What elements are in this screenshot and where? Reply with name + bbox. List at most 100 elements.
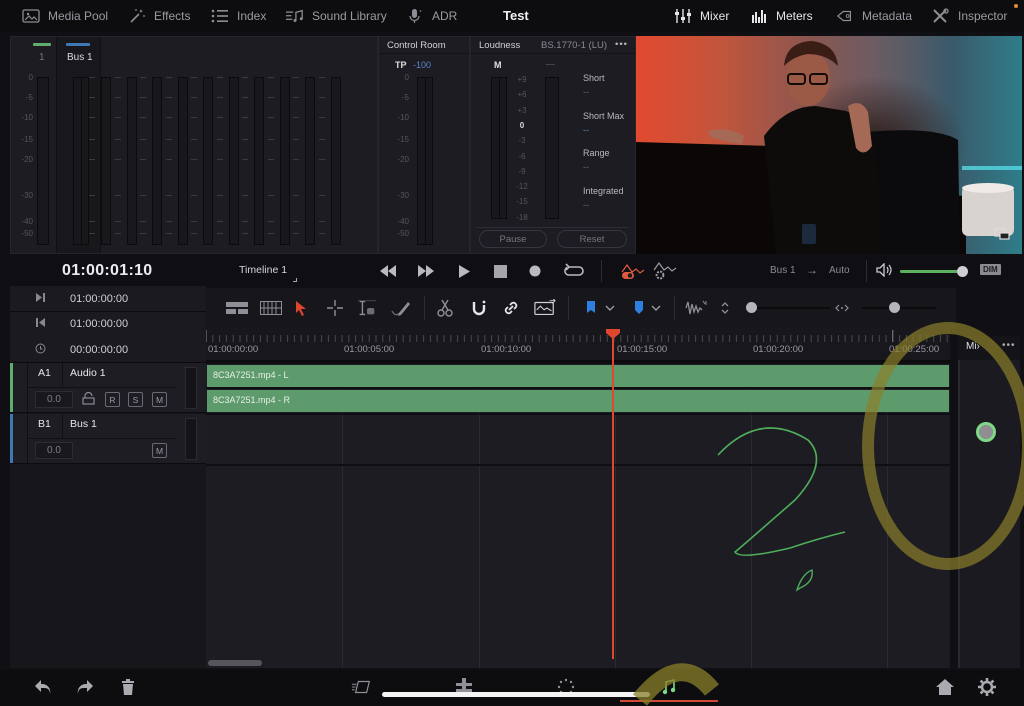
range-tool-button[interactable] <box>324 298 346 318</box>
zoom-slider-knob[interactable] <box>889 302 900 313</box>
undo-button[interactable] <box>32 676 54 698</box>
pan-knob[interactable] <box>976 422 996 442</box>
razor-button[interactable] <box>434 298 456 318</box>
monitor-volume-slider[interactable] <box>900 266 968 277</box>
meter-tick <box>191 159 197 160</box>
meter-tick <box>293 195 299 196</box>
meters-button[interactable]: Meters <box>750 0 813 32</box>
edit-selection-tool-button[interactable] <box>356 298 378 318</box>
loudness-divider <box>477 227 629 228</box>
monitor-volume-knob[interactable] <box>956 266 968 277</box>
meter-tick <box>216 233 223 234</box>
media-pool-button[interactable]: Media Pool <box>22 0 108 32</box>
loudness-more-button[interactable]: ••• <box>615 39 628 50</box>
inspector-button[interactable]: Inspector <box>932 0 1007 32</box>
index-button[interactable]: Index <box>211 0 266 32</box>
track-header-b1[interactable]: B1 Bus 1 0.0 M <box>10 414 206 464</box>
track-volume-field[interactable]: 0.0 <box>35 391 73 408</box>
settings-button[interactable] <box>976 676 998 698</box>
empty-channel-meter <box>305 77 315 245</box>
track-r-button[interactable]: R <box>105 392 120 407</box>
play-icon <box>459 264 470 278</box>
picture-in-picture-icon[interactable] <box>994 228 1012 242</box>
loop-button[interactable] <box>562 263 586 279</box>
delete-button[interactable] <box>117 676 139 698</box>
track-m-button[interactable]: M <box>152 443 167 458</box>
track-height-slider[interactable] <box>752 307 830 309</box>
timeline-selector[interactable]: Timeline 1 <box>239 264 287 276</box>
ruler-ticks <box>206 330 948 342</box>
meter-tick <box>165 117 172 118</box>
cut-page-icon <box>351 680 371 694</box>
adr-button[interactable]: ADR <box>406 0 457 32</box>
metadata-button[interactable]: Metadata <box>836 0 912 32</box>
automation-settings-button[interactable] <box>652 262 678 280</box>
selection-tool-button[interactable] <box>290 298 312 318</box>
timeline-horizontal-scrollbar[interactable] <box>208 660 262 666</box>
page-cut-button[interactable] <box>351 676 373 698</box>
track-name[interactable]: Audio 1 <box>70 367 106 379</box>
track-meter <box>185 367 197 409</box>
audio-clip-right[interactable]: 8C3A7251.mp4 - R <box>207 390 949 412</box>
loudness-pause-button[interactable]: Pause <box>479 230 547 248</box>
timecode-row[interactable]: 00:00:00:00 <box>10 337 206 363</box>
layout-timeline-button[interactable] <box>226 298 248 318</box>
mixer-button[interactable]: Mixer <box>674 0 729 32</box>
playhead[interactable] <box>612 333 614 659</box>
fast-forward-button[interactable] <box>416 263 436 279</box>
redo-button[interactable] <box>74 676 96 698</box>
toolbar-separator-2 <box>568 296 569 320</box>
active-page-indicator <box>620 700 718 702</box>
stop-button[interactable] <box>492 263 508 279</box>
flag-dropdown[interactable] <box>602 298 618 318</box>
record-button[interactable] <box>527 263 543 279</box>
track-m-button[interactable]: M <box>152 392 167 407</box>
home-button[interactable] <box>934 676 956 698</box>
lock-icon[interactable] <box>82 391 95 410</box>
linked-selection-button[interactable] <box>500 298 522 318</box>
timeline-ruler[interactable] <box>206 328 950 362</box>
track-mixer-more-button[interactable]: ••• <box>1002 340 1016 351</box>
play-button[interactable] <box>456 263 472 279</box>
timecode-row[interactable]: 01:00:00:00 <box>10 286 206 312</box>
flag-button[interactable] <box>580 298 602 318</box>
loudness-scale-label: +3 <box>517 105 527 115</box>
record-icon <box>529 265 541 277</box>
sound-library-button[interactable]: Sound Library <box>286 0 387 32</box>
channel-1-strip[interactable]: 1 0 -5 -10 -15 -20 -30 -40 -50 <box>11 37 57 253</box>
meter-tick <box>165 221 172 222</box>
timecode-value: 01:00:00:00 <box>70 292 129 305</box>
loudness-reset-button[interactable]: Reset <box>557 230 627 248</box>
zoom-icon[interactable] <box>832 298 852 318</box>
track-header-a1[interactable]: A1 Audio 1 0.0 R S M <box>10 363 206 413</box>
track-s-button[interactable]: S <box>128 392 143 407</box>
effects-button[interactable]: Effects <box>128 0 190 32</box>
snapping-button[interactable] <box>468 298 490 318</box>
track-volume-field[interactable]: 0.0 <box>35 442 73 459</box>
automation-follow-button[interactable] <box>534 298 556 318</box>
video-viewer[interactable] <box>636 36 1022 254</box>
track-name[interactable]: Bus 1 <box>70 418 97 430</box>
dim-button[interactable]: DIM <box>980 264 1001 275</box>
meter-tick <box>216 221 223 222</box>
automation-toggle-button[interactable] <box>620 263 646 279</box>
track-height-slider-knob[interactable] <box>746 302 757 313</box>
speaker-icon[interactable] <box>876 262 892 282</box>
waveform-button[interactable] <box>684 298 710 318</box>
meter-tick <box>165 97 172 98</box>
timecode-row[interactable]: 01:00:00:00 <box>10 311 206 338</box>
rewind-button[interactable] <box>378 263 398 279</box>
routing-destination[interactable]: Auto <box>829 265 850 276</box>
metadata-icon <box>836 8 854 24</box>
track-height-icon[interactable] <box>718 298 732 318</box>
edit-cursor-icon <box>357 300 377 316</box>
ios-home-indicator[interactable] <box>382 692 650 697</box>
page-fairlight-button[interactable] <box>658 676 680 698</box>
draw-tool-button[interactable] <box>390 298 412 318</box>
layout-grid-button[interactable] <box>260 298 282 318</box>
marker-dropdown[interactable] <box>648 298 664 318</box>
timeline-area[interactable]: 8C3A7251.mp4 - L 8C3A7251.mp4 - R 01:00:… <box>206 328 950 668</box>
marker-button[interactable] <box>628 298 650 318</box>
audio-clip-left[interactable]: 8C3A7251.mp4 - L <box>207 365 949 387</box>
loudness-scale-label: +9 <box>517 75 527 84</box>
